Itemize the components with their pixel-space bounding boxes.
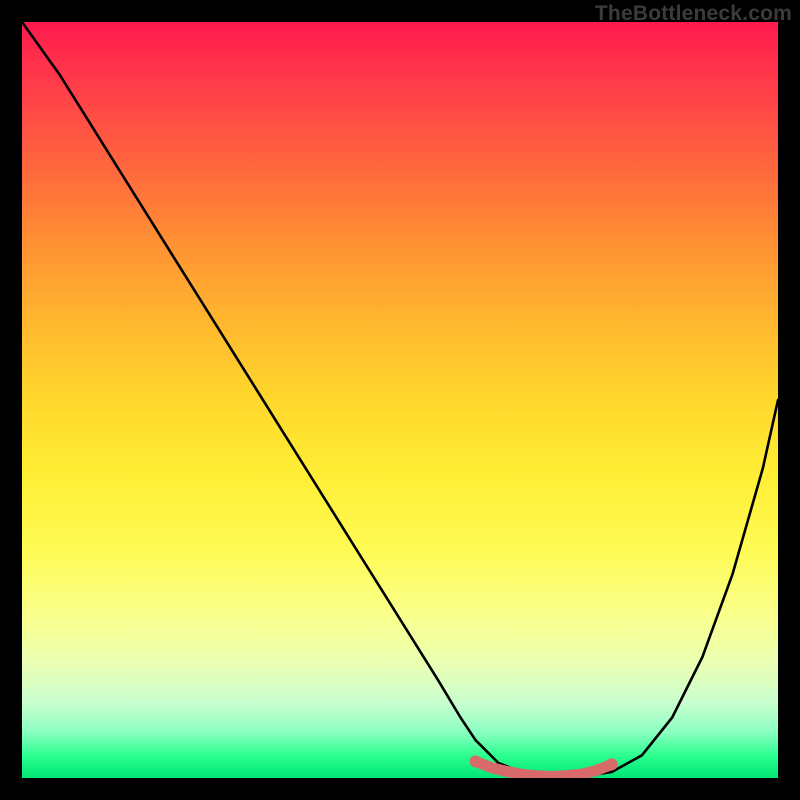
watermark-text: TheBottleneck.com xyxy=(595,2,792,26)
marker-dot xyxy=(501,766,511,776)
marker-dot xyxy=(470,755,482,767)
chart-frame: TheBottleneck.com xyxy=(0,0,800,800)
curve-layer xyxy=(22,22,778,778)
bottleneck-curve xyxy=(22,22,778,777)
marker-dot xyxy=(606,758,618,770)
marker-dot xyxy=(592,765,602,775)
plot-area xyxy=(22,22,778,778)
flat-region-markers xyxy=(470,755,618,778)
marker-dot xyxy=(486,762,496,772)
flat-region-band xyxy=(476,761,612,776)
